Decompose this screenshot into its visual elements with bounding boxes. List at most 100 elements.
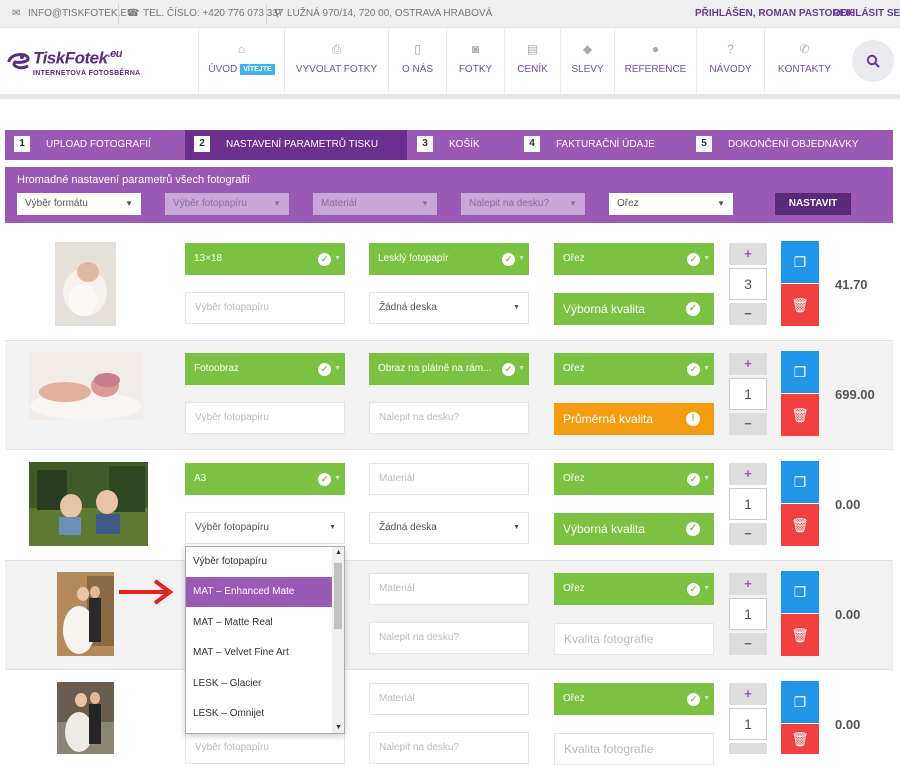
select-value: Ořez	[563, 473, 585, 484]
dropdown-option-selected[interactable]: MAT – Enhanced Mate	[186, 577, 333, 607]
step-cart[interactable]: 3 KOŠÍK	[417, 130, 517, 160]
quantity-input[interactable]: 1	[729, 488, 767, 520]
format-select[interactable]: 13×18 ✓ ▼	[185, 243, 345, 275]
check-icon: ✓	[318, 363, 331, 376]
delete-button[interactable]: 🗑	[781, 614, 819, 656]
crop-select[interactable]: Ořez ✓ ▼	[554, 463, 714, 495]
delete-button[interactable]: 🗑	[781, 394, 819, 436]
bulk-paper-select[interactable]: Výběr fotopapíru ▼	[165, 193, 289, 215]
nav-discounts[interactable]: ◆ SLEVY	[560, 28, 614, 96]
quantity-increase-button[interactable]: +	[729, 573, 767, 595]
step-label: NASTAVENÍ PARAMETRŮ TISKU	[226, 139, 379, 150]
bulk-material-select[interactable]: Materiál ▼	[313, 193, 437, 215]
quantity-increase-button[interactable]: +	[729, 463, 767, 485]
nav-references[interactable]: ● REFERENCE	[614, 28, 696, 96]
dropdown-option[interactable]: Výběr fotopapíru	[186, 547, 333, 577]
copy-button[interactable]: ❐	[781, 241, 819, 283]
quantity-input[interactable]: 1	[729, 378, 767, 410]
crop-select[interactable]: Ořez ✓ ▼	[554, 243, 714, 275]
dropdown-option[interactable]: MAT – Velvet Fine Art	[186, 638, 333, 668]
bulk-crop-select[interactable]: Ořez ▼	[609, 193, 733, 215]
quantity-decrease-button[interactable]: −	[729, 303, 767, 325]
delete-button[interactable]: 🗑	[781, 724, 819, 754]
apply-bulk-button[interactable]: NASTAVIT	[775, 193, 851, 215]
dropdown-scrollbar[interactable]: ▲ ▼	[332, 547, 344, 733]
nav-home[interactable]: ⌂ ÚVOD VÍTEJTE	[198, 28, 284, 96]
dropdown-option[interactable]: LESK – Omnijet	[186, 699, 333, 729]
material-select[interactable]: Materiál	[369, 683, 529, 715]
quantity-increase-button[interactable]: +	[729, 353, 767, 375]
material-select[interactable]: Obraz na plátně na rám... ✓ ▼	[369, 353, 529, 385]
bulk-format-select[interactable]: Výběr formátu ▼	[17, 193, 141, 215]
board-select[interactable]: Nalepit na desku?	[369, 622, 529, 654]
delete-button[interactable]: 🗑	[781, 504, 819, 546]
photo-thumbnail[interactable]	[57, 572, 114, 656]
quantity-input[interactable]: 3	[729, 268, 767, 300]
paper-select[interactable]: Výběr fotopapíru	[185, 732, 345, 764]
photo-thumbnail[interactable]	[55, 242, 116, 326]
dropdown-option[interactable]: LESK – Glacier	[186, 669, 333, 699]
bulk-board-select[interactable]: Nalepit na desku? ▼	[461, 193, 585, 215]
quantity-input[interactable]: 1	[729, 598, 767, 630]
logout-link[interactable]: ODHLÁSIT SE	[833, 8, 900, 19]
step-print-settings[interactable]: 2 NASTAVENÍ PARAMETRŮ TISKU	[185, 130, 407, 160]
nav-print-photos[interactable]: ⎙ VYVOLAT FOTKY	[284, 28, 388, 96]
board-select[interactable]: Nalepit na desku?	[369, 732, 529, 764]
copy-button[interactable]: ❐	[781, 351, 819, 393]
scroll-up-icon[interactable]: ▲	[335, 549, 342, 556]
nav-pricing[interactable]: ▤ CENÍK	[504, 28, 560, 96]
select-value: Materiál	[379, 473, 415, 484]
board-select[interactable]: Žádná deska ▼	[369, 512, 529, 544]
nav-contacts[interactable]: ✆ KONTAKTY	[764, 28, 844, 96]
nav-about[interactable]: ▯ O NÁS	[388, 28, 446, 96]
paper-select[interactable]: Výběr fotopapíru	[185, 292, 345, 324]
copy-icon: ❐	[793, 364, 807, 380]
dropdown-option[interactable]: MAT – Matte Real	[186, 608, 333, 638]
crop-select[interactable]: Ořez ✓ ▼	[554, 353, 714, 385]
step-finish[interactable]: 5 DOKONČENÍ OBJEDNÁVKY	[696, 130, 891, 160]
material-select[interactable]: Materiál	[369, 463, 529, 495]
red-arrow-annotation	[119, 579, 174, 605]
photo-thumbnail[interactable]	[57, 682, 114, 754]
quantity-increase-button[interactable]: +	[729, 683, 767, 705]
paper-select[interactable]: Výběr fotopapíru	[185, 402, 345, 434]
search-button[interactable]	[852, 40, 894, 82]
check-icon: ✓	[318, 473, 331, 486]
nav-guides[interactable]: ? NÁVODY	[696, 28, 764, 96]
board-select[interactable]: Nalepit na desku?	[369, 402, 529, 434]
format-select[interactable]: A3 ✓ ▼	[185, 463, 345, 495]
divider	[118, 4, 119, 24]
step-upload[interactable]: 1 UPLOAD FOTOGRAFIÍ	[14, 130, 186, 160]
check-icon: ✓	[687, 693, 700, 706]
nav-photos[interactable]: ◙ FOTKY	[446, 28, 504, 96]
material-select[interactable]: Materiál	[369, 573, 529, 605]
copy-button[interactable]: ❐	[781, 461, 819, 503]
delete-button[interactable]: 🗑	[781, 284, 819, 326]
logged-in-user[interactable]: PŘIHLÁŠEN, ROMAN PASTOREK	[695, 8, 854, 19]
paper-select-open[interactable]: Výběr fotopapíru ▼	[185, 512, 345, 544]
photo-thumbnail[interactable]	[29, 352, 143, 420]
copy-button[interactable]: ❐	[781, 571, 819, 613]
material-select[interactable]: Lesklý fotopapír ✓ ▼	[369, 243, 529, 275]
crop-select[interactable]: Ořez ✓ ▼	[554, 683, 714, 715]
board-select[interactable]: Žádná deska ▼	[369, 292, 529, 324]
caret-down-icon: ▼	[703, 255, 710, 262]
step-billing[interactable]: 4 FAKTURAČNÍ ÚDAJE	[524, 130, 684, 160]
quantity-decrease-button[interactable]: −	[729, 633, 767, 655]
select-value: Ořez	[563, 253, 585, 264]
row-price: 41.70	[835, 277, 868, 292]
scrollbar-thumb[interactable]	[334, 563, 342, 629]
format-select[interactable]: Fotoobraz ✓ ▼	[185, 353, 345, 385]
quantity-decrease-button[interactable]: −	[729, 523, 767, 545]
photo-thumbnail[interactable]	[29, 462, 148, 546]
nav-label: O NÁS	[401, 64, 434, 75]
quantity-input[interactable]: 1	[729, 708, 767, 740]
select-value: Výběr fotopapíru	[195, 742, 269, 753]
copy-button[interactable]: ❐	[781, 681, 819, 723]
scroll-down-icon[interactable]: ▼	[335, 724, 342, 731]
quantity-decrease-button[interactable]: −	[729, 413, 767, 435]
quantity-increase-button[interactable]: +	[729, 243, 767, 265]
crop-select[interactable]: Ořez ✓ ▼	[554, 573, 714, 605]
quantity-decrease-button[interactable]	[729, 743, 767, 754]
nav-label: VYVOLAT FOTKY	[295, 64, 378, 75]
